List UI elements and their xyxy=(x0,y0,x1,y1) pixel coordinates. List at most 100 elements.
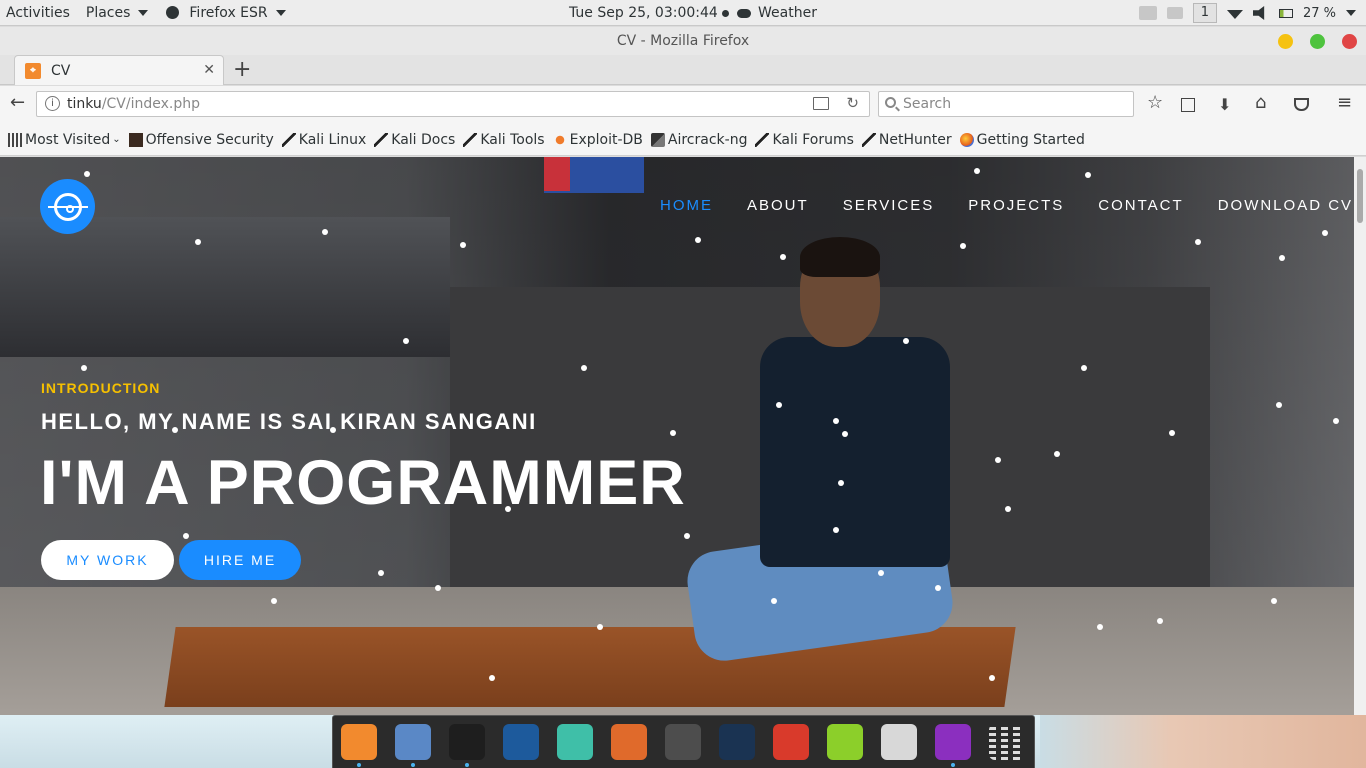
snow-dot xyxy=(1195,239,1201,245)
workspace-indicator[interactable]: 1 xyxy=(1192,3,1217,23)
site-nav-projects[interactable]: PROJECTS xyxy=(968,197,1064,214)
running-indicator xyxy=(465,763,469,767)
maltego-icon[interactable] xyxy=(665,724,701,760)
bookmark-aircrack-ng[interactable]: Aircrack-ng xyxy=(650,131,748,148)
close-tab-icon[interactable]: ✕ xyxy=(203,62,215,78)
system-tray[interactable]: 1 27 % xyxy=(1138,0,1366,26)
leafpad-icon[interactable] xyxy=(827,724,863,760)
window-title: CV - Mozilla Firefox xyxy=(616,33,750,49)
app-menu[interactable]: Firefox ESR xyxy=(154,0,291,26)
bookmark-kali-docs[interactable]: Kali Docs xyxy=(374,132,455,148)
bookmark-label: Aircrack-ng xyxy=(667,131,748,148)
snow-dot xyxy=(833,418,839,424)
snow-dot xyxy=(838,480,844,486)
snow-dot xyxy=(183,533,189,539)
bookmark-kali-linux[interactable]: Kali Linux xyxy=(281,132,366,148)
window-titlebar[interactable]: CV - Mozilla Firefox xyxy=(0,27,1366,55)
snow-dot xyxy=(842,431,848,437)
hire-me-button[interactable]: HIRE ME xyxy=(179,540,301,580)
snow-dot xyxy=(271,598,277,604)
app-menu-label: Firefox ESR xyxy=(189,4,268,21)
snow-dot xyxy=(1054,451,1060,457)
cutycapt-icon[interactable] xyxy=(881,724,917,760)
hero-subtitle: HELLO, MY NAME IS SAI KIRAN SANGANI xyxy=(41,409,537,434)
reader-view-icon[interactable] xyxy=(813,97,829,110)
weather-label: Weather xyxy=(758,5,817,21)
site-logo-icon[interactable] xyxy=(40,179,95,234)
background-photo-desk xyxy=(0,217,450,357)
new-tab-button[interactable]: + xyxy=(233,57,251,82)
most-visited-icon xyxy=(8,132,22,147)
weather-indicator[interactable]: Weather xyxy=(737,0,817,26)
snow-dot xyxy=(1081,365,1087,371)
offsec-icon xyxy=(128,132,143,147)
clock[interactable]: Tue Sep 25, 03:00:44 xyxy=(569,0,729,26)
snow-dot xyxy=(960,243,966,249)
url-bar[interactable]: i tinku/CV/index.php ↻ xyxy=(36,91,870,117)
bookmark-star-icon[interactable]: ☆ xyxy=(1147,92,1163,113)
bookmark-nethunter[interactable]: NetHunter xyxy=(861,131,952,148)
snow-dot xyxy=(974,168,980,174)
bookmark-label: Kali Tools xyxy=(480,131,545,148)
maximize-button[interactable] xyxy=(1310,34,1325,49)
phpstorm-icon[interactable] xyxy=(935,724,971,767)
firefox-icon[interactable] xyxy=(341,724,377,767)
back-button[interactable]: ← xyxy=(10,92,25,113)
minimize-button[interactable] xyxy=(1278,34,1293,49)
search-bar[interactable] xyxy=(878,91,1134,117)
snow-dot xyxy=(771,598,777,604)
search-input[interactable] xyxy=(903,96,1123,112)
metasploit-icon[interactable] xyxy=(503,724,539,760)
site-nav-contact[interactable]: CONTACT xyxy=(1098,197,1183,214)
site-info-icon[interactable]: i xyxy=(45,96,60,111)
bookmark-getting-started[interactable]: Getting Started xyxy=(959,132,1085,148)
tab-cv[interactable]: ⌖ CV ✕ xyxy=(14,55,224,85)
places-label: Places xyxy=(85,4,131,21)
site-nav-home[interactable]: HOME xyxy=(660,197,713,214)
files-icon[interactable] xyxy=(395,724,431,767)
site-nav-about[interactable]: ABOUT xyxy=(747,197,809,214)
reload-icon[interactable]: ↻ xyxy=(846,94,859,112)
snow-dot xyxy=(695,237,701,243)
recorder-icon xyxy=(1166,7,1183,19)
burpsuite-icon[interactable] xyxy=(611,724,647,760)
beef-icon[interactable] xyxy=(719,724,755,760)
downloads-icon[interactable]: ⬇ xyxy=(1218,95,1231,114)
kali-icon xyxy=(861,132,876,147)
terminal-icon[interactable] xyxy=(449,724,485,767)
snow-dot xyxy=(1322,230,1328,236)
my-work-button[interactable]: MY WORK xyxy=(41,540,174,580)
places-menu[interactable]: Places xyxy=(76,0,155,26)
snow-dot xyxy=(1085,172,1091,178)
snow-dot xyxy=(1169,430,1175,436)
bookmark-label: NetHunter xyxy=(878,131,952,148)
bookmark-offensive-security[interactable]: Offensive Security xyxy=(128,132,274,148)
snow-dot xyxy=(903,338,909,344)
site-nav-download-cv[interactable]: DOWNLOAD CV xyxy=(1218,197,1353,214)
scrollbar-thumb[interactable] xyxy=(1357,169,1363,223)
url-host: tinku xyxy=(67,96,102,112)
close-window-button[interactable] xyxy=(1342,34,1357,49)
bookmarks-library-icon[interactable] xyxy=(1181,98,1195,112)
snow-dot xyxy=(378,570,384,576)
activities-button[interactable]: Activities xyxy=(0,0,76,26)
hero-person-photo xyxy=(650,237,990,697)
bookmark-label: Most Visited xyxy=(25,131,111,148)
search-icon xyxy=(885,97,896,108)
armitage-icon[interactable] xyxy=(557,724,593,760)
site-nav-services[interactable]: SERVICES xyxy=(843,197,935,214)
firefox-small-icon xyxy=(166,6,180,19)
page-scrollbar[interactable] xyxy=(1354,157,1366,715)
bookmark-kali-tools[interactable]: Kali Tools xyxy=(463,131,545,148)
bookmark-kali-forums[interactable]: Kali Forums xyxy=(755,132,854,148)
bookmark-exploit-db[interactable]: Exploit-DB xyxy=(552,132,643,148)
chevron-down-icon[interactable] xyxy=(1346,10,1356,16)
bookmark-most-visited[interactable]: Most Visited ⌄ xyxy=(8,132,121,148)
show-apps-icon[interactable] xyxy=(989,724,1025,760)
hamburger-menu-icon[interactable]: ≡ xyxy=(1337,92,1352,113)
home-icon[interactable]: ⌂ xyxy=(1255,92,1266,113)
web-page: HOME ABOUT SERVICES PROJECTS CONTACT DOW… xyxy=(0,157,1354,715)
pocket-icon[interactable] xyxy=(1294,98,1309,111)
faraday-icon[interactable] xyxy=(773,724,809,760)
running-indicator xyxy=(411,763,415,767)
